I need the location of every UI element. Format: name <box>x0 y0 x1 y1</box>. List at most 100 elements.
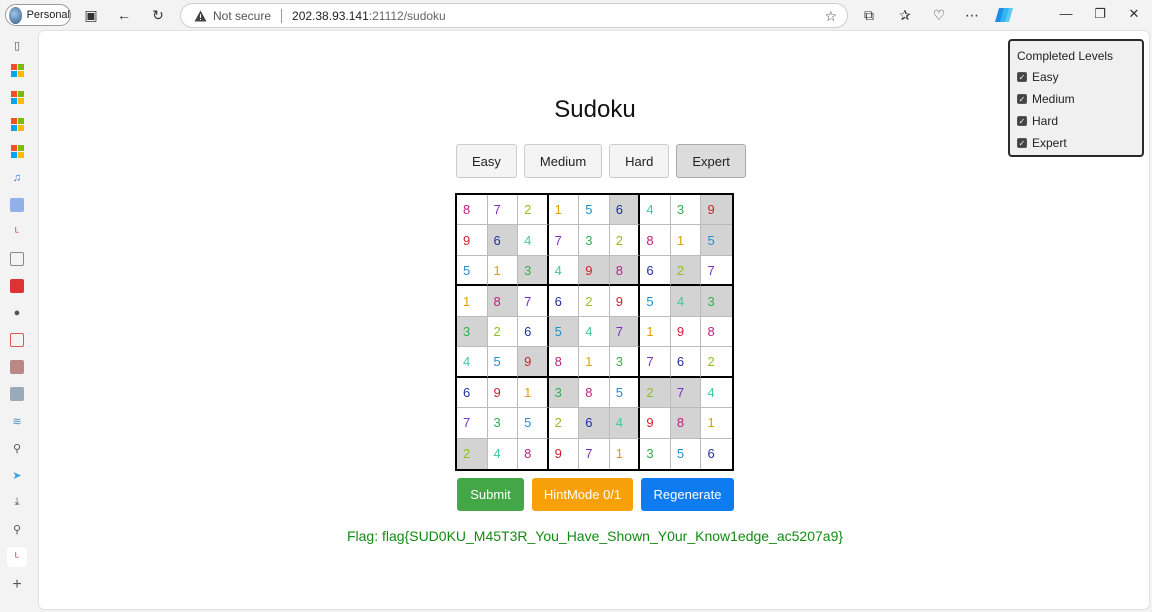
sudoku-cell[interactable]: 7 <box>701 256 732 287</box>
sudoku-cell[interactable]: 3 <box>670 195 702 226</box>
sudoku-cell[interactable]: 5 <box>640 286 671 317</box>
sudoku-cell[interactable]: 8 <box>548 347 580 378</box>
app-tile-icon[interactable] <box>10 144 24 158</box>
sudoku-cell[interactable]: 6 <box>640 255 671 287</box>
sudoku-cell[interactable]: 6 <box>670 347 702 378</box>
add-icon[interactable]: + <box>10 576 24 593</box>
bookmark-icon[interactable]: ᴸ <box>10 225 24 239</box>
hint-mode-button[interactable]: HintMode 0/1 <box>532 478 633 511</box>
sudoku-cell[interactable]: 1 <box>670 225 702 256</box>
sudoku-cell[interactable]: 8 <box>579 377 610 409</box>
download-icon[interactable]: ⤓ <box>10 495 24 509</box>
sudoku-cell[interactable]: 1 <box>579 347 610 378</box>
checkbox-checked-icon[interactable]: ✓ <box>1017 138 1027 148</box>
browser-essentials-icon[interactable]: ♡ <box>929 5 949 25</box>
level-button-medium[interactable]: Medium <box>523 144 603 178</box>
sudoku-cell[interactable]: 5 <box>518 408 549 439</box>
app-tile-icon[interactable] <box>10 90 24 104</box>
bird-icon[interactable]: ➤ <box>10 468 24 482</box>
sudoku-cell[interactable]: 4 <box>457 347 488 378</box>
sudoku-cell[interactable]: 7 <box>640 347 671 378</box>
level-button-easy[interactable]: Easy <box>456 144 517 178</box>
submit-button[interactable]: Submit <box>457 478 524 511</box>
sudoku-cell[interactable]: 8 <box>457 195 488 226</box>
sudoku-cell[interactable]: 1 <box>518 377 549 409</box>
profile-button[interactable]: Personal <box>5 4 71 26</box>
sudoku-cell[interactable]: 9 <box>457 225 488 256</box>
screenshot-icon[interactable] <box>10 387 24 401</box>
regenerate-button[interactable]: Regenerate <box>641 478 734 511</box>
sudoku-cell[interactable]: 9 <box>670 316 702 348</box>
sudoku-cell[interactable]: 1 <box>548 195 580 226</box>
photo-icon[interactable] <box>10 360 24 374</box>
tab-panel-icon[interactable]: ▯ <box>10 38 24 52</box>
sudoku-cell[interactable]: 3 <box>640 438 671 469</box>
active-sidebar-app-icon[interactable]: ᴸ <box>7 547 27 567</box>
sudoku-cell[interactable]: 5 <box>671 438 702 469</box>
workspaces-icon[interactable]: ▣ <box>81 5 101 25</box>
music-icon[interactable]: ♫ <box>10 171 24 185</box>
sudoku-cell[interactable]: 6 <box>548 286 580 317</box>
more-menu-icon[interactable]: ⋯ <box>962 5 982 25</box>
sudoku-cell[interactable]: 1 <box>457 286 488 317</box>
sudoku-cell[interactable]: 5 <box>609 377 641 409</box>
sudoku-cell[interactable]: 2 <box>487 316 519 348</box>
sudoku-cell[interactable]: 7 <box>548 225 580 256</box>
sudoku-cell[interactable]: 3 <box>609 347 641 378</box>
sudoku-cell[interactable]: 4 <box>701 378 732 409</box>
sudoku-cell[interactable]: 5 <box>579 195 610 226</box>
sudoku-cell[interactable]: 6 <box>701 439 732 469</box>
refresh-icon[interactable]: ↻ <box>148 5 168 25</box>
sudoku-cell[interactable]: 5 <box>487 347 519 378</box>
restore-icon[interactable]: ❐ <box>1090 6 1110 22</box>
sudoku-cell[interactable]: 5 <box>457 255 488 287</box>
app-tile-icon[interactable] <box>10 117 24 131</box>
extensions-icon[interactable]: ⧉ <box>859 5 879 25</box>
back-icon[interactable]: ← <box>114 5 134 25</box>
sudoku-cell[interactable]: 2 <box>609 225 641 256</box>
sudoku-cell[interactable]: 2 <box>579 286 610 317</box>
sudoku-cell[interactable]: 1 <box>610 438 641 469</box>
pdf-icon[interactable] <box>10 279 24 293</box>
sudoku-cell[interactable]: 7 <box>487 195 519 226</box>
favorite-star-icon[interactable]: ☆ <box>824 8 837 25</box>
image-icon[interactable] <box>10 252 24 266</box>
wifi-icon[interactable]: ≋ <box>10 414 24 428</box>
sudoku-cell[interactable]: 6 <box>518 316 549 348</box>
document-icon[interactable] <box>10 333 24 347</box>
sudoku-cell[interactable]: 4 <box>488 438 519 469</box>
sudoku-cell[interactable]: 1 <box>487 255 519 287</box>
sudoku-cell[interactable]: 8 <box>640 225 671 256</box>
checkbox-checked-icon[interactable]: ✓ <box>1017 94 1027 104</box>
sudoku-cell[interactable]: 1 <box>701 408 732 439</box>
address-bar[interactable]: Not secure 202.38.93.141 :21112/sudoku ☆ <box>180 3 848 28</box>
sudoku-cell[interactable]: 7 <box>518 286 549 317</box>
minimize-icon[interactable]: — <box>1056 6 1076 21</box>
sudoku-cell[interactable]: 2 <box>518 195 549 226</box>
github-icon[interactable]: ● <box>10 306 24 320</box>
app-tile-icon[interactable] <box>10 63 24 77</box>
close-icon[interactable]: ✕ <box>1124 6 1144 22</box>
copilot-icon[interactable] <box>994 5 1014 25</box>
sudoku-cell[interactable]: 4 <box>548 255 580 287</box>
sudoku-cell[interactable]: 2 <box>548 408 580 439</box>
sudoku-cell[interactable]: 3 <box>579 225 610 256</box>
search-icon[interactable]: ⚲ <box>10 441 24 455</box>
sudoku-cell[interactable]: 2 <box>701 347 732 378</box>
favorites-icon[interactable]: ✰ <box>895 5 915 25</box>
sudoku-cell[interactable]: 8 <box>701 317 732 348</box>
checkbox-checked-icon[interactable]: ✓ <box>1017 72 1027 82</box>
checkbox-checked-icon[interactable]: ✓ <box>1017 116 1027 126</box>
sudoku-cell[interactable]: 7 <box>579 438 610 469</box>
sudoku-cell[interactable]: 6 <box>457 377 488 409</box>
level-button-hard[interactable]: Hard <box>609 144 670 178</box>
sudoku-cell[interactable]: 9 <box>609 286 641 317</box>
page-icon[interactable] <box>10 198 24 212</box>
level-button-expert[interactable]: Expert <box>676 144 746 178</box>
sudoku-cell[interactable]: 9 <box>487 377 519 409</box>
search-icon[interactable]: ⚲ <box>10 522 24 536</box>
sudoku-cell[interactable]: 1 <box>640 316 671 348</box>
sudoku-cell[interactable]: 3 <box>487 408 519 439</box>
sudoku-cell[interactable]: 4 <box>640 195 671 226</box>
sudoku-cell[interactable]: 7 <box>457 408 488 439</box>
